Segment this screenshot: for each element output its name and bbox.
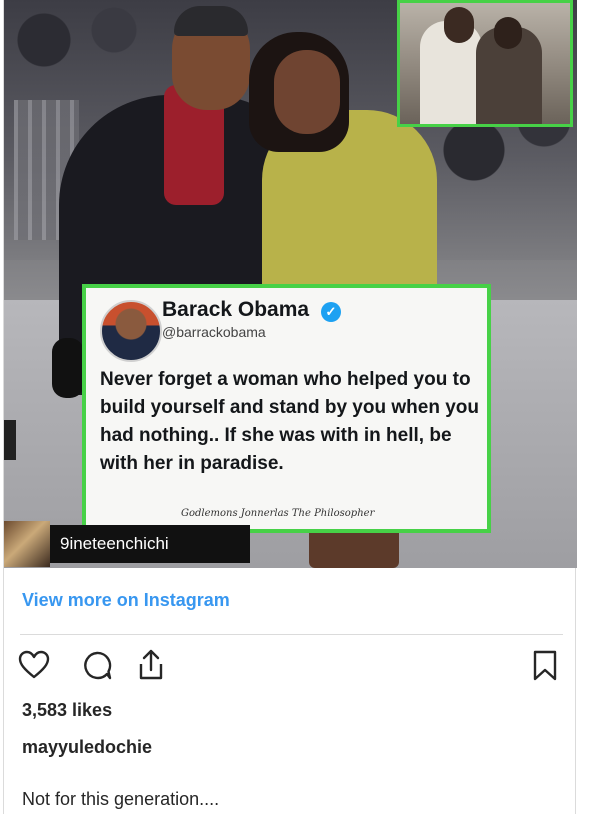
post-username[interactable]: mayyuledochie [22, 737, 152, 758]
post-image[interactable]: Barack Obama ✓ @barrackobama Never forge… [4, 0, 577, 568]
heart-icon[interactable] [18, 650, 50, 680]
share-icon[interactable] [136, 648, 166, 682]
man-glove [52, 338, 84, 398]
tweet-signature: Godlemons Jonnerlas The Philosopher [181, 508, 375, 519]
tag-avatar[interactable] [4, 521, 50, 567]
instagram-embed-card: Barack Obama ✓ @barrackobama Never forge… [3, 0, 577, 814]
post-caption: Not for this generation.... [22, 789, 220, 809]
woman-face [274, 50, 340, 134]
bookmark-icon[interactable] [531, 650, 559, 682]
image-username-tag[interactable]: 9ineteenchichi [50, 525, 250, 563]
tweet-author-handle: @barrackobama [162, 324, 266, 340]
tweet-avatar [100, 300, 162, 362]
tweet-text: Never forget a woman who helped you to b… [100, 369, 479, 474]
inset-person-left-head [444, 7, 474, 43]
tweet-author-name: Barack Obama [162, 298, 310, 321]
comment-icon[interactable] [81, 650, 113, 680]
partial-figure [4, 420, 16, 460]
tweet-card: Barack Obama ✓ @barrackobama Never forge… [82, 284, 491, 533]
man-hair [174, 6, 248, 36]
verified-badge-icon: ✓ [321, 302, 341, 322]
inset-photo [397, 0, 573, 127]
divider [20, 634, 563, 635]
inset-person-right-head [494, 17, 522, 49]
likes-count[interactable]: 3,583 likes [22, 700, 112, 721]
view-more-link[interactable]: View more on Instagram [22, 590, 230, 611]
